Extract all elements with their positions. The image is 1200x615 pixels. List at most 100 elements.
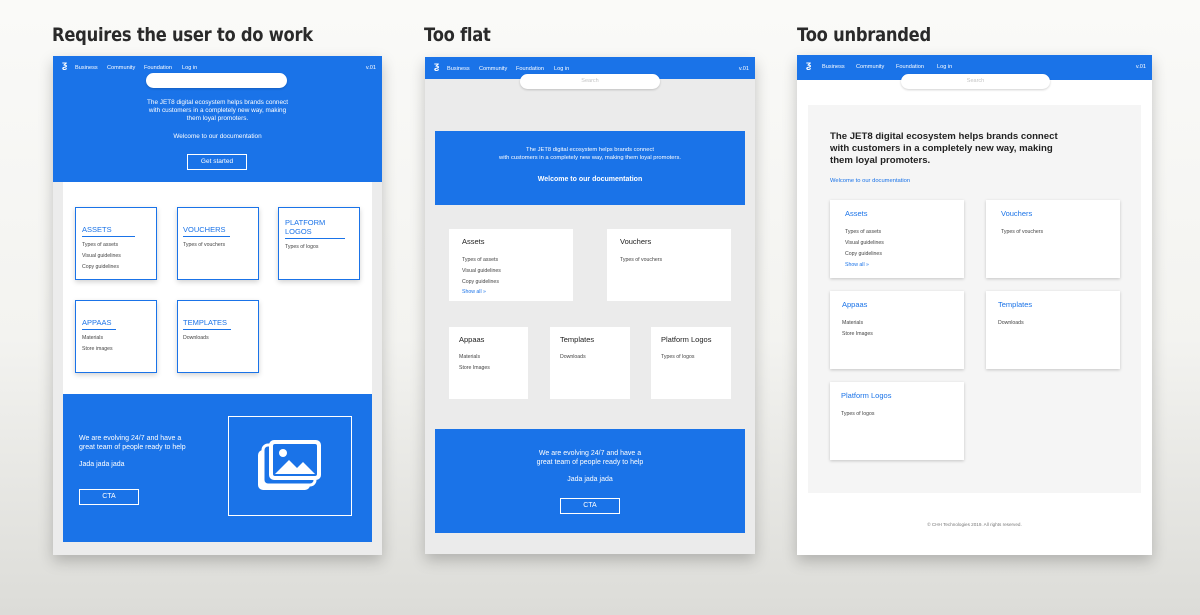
mockup-too-flat: ƺ Business Community Foundation Log in v… — [425, 57, 755, 554]
divider — [82, 329, 116, 330]
footer-cta-sub: Jada jada jada — [567, 476, 613, 483]
hero-section: The JET8 digital ecosystem helps brands … — [435, 131, 745, 205]
nav-link-community[interactable]: Community — [479, 66, 507, 72]
card-appaas-title: APPAAS — [82, 318, 112, 327]
nav-link-login[interactable]: Log in — [182, 65, 197, 71]
card-vouchers-title: Vouchers — [620, 237, 652, 246]
welcome-text: Welcome to our documentation — [173, 133, 262, 140]
nav-link-community[interactable]: Community — [107, 65, 135, 71]
footer-cta-text: We are evolving 24/7 and have a great tea… — [79, 435, 186, 451]
jet8-logo-icon[interactable]: ƺ — [806, 61, 811, 71]
card-platform-logos[interactable]: PLATFORM LOGOS Types of logos — [278, 207, 360, 280]
card-assets[interactable]: Assets Types of assets Visual guidelines… — [830, 200, 964, 278]
card-assets-title: Assets — [462, 237, 485, 246]
nav-link-login[interactable]: Log in — [937, 64, 952, 70]
nav-link-foundation[interactable]: Foundation — [516, 66, 544, 72]
nav-link-login[interactable]: Log in — [554, 66, 569, 72]
show-all-link[interactable]: Show all » — [845, 260, 869, 271]
card-appaas-item[interactable]: Materials — [459, 352, 480, 363]
image-placeholder — [228, 416, 352, 516]
search-input[interactable]: Search — [901, 74, 1050, 89]
card-platform-logos[interactable]: Platform Logos Types of logos — [651, 327, 731, 399]
nav-link-business[interactable]: Business — [75, 65, 98, 71]
footer-cta-section: We are evolving 24/7 and have a great tea… — [435, 429, 745, 533]
card-platform-logos-item[interactable]: Types of logos — [661, 352, 694, 363]
divider — [183, 236, 230, 237]
card-vouchers-item[interactable]: Types of vouchers — [620, 255, 662, 266]
search-input[interactable] — [146, 73, 287, 88]
jet8-logo-icon[interactable]: ƺ — [434, 62, 439, 72]
card-assets[interactable]: ASSETS Types of assets Visual guidelines… — [75, 207, 157, 280]
card-assets-item[interactable]: Copy guidelines — [845, 249, 882, 260]
hero-tagline: The JET8 digital ecosystem helps brands … — [499, 147, 681, 161]
card-platform-logos[interactable]: Platform Logos Types of logos — [830, 382, 964, 460]
card-appaas[interactable]: Appaas Materials Store Images — [449, 327, 528, 399]
card-assets-item[interactable]: Visual guidelines — [82, 251, 121, 262]
hero-tagline: The JET8 digital ecosystem helps brands … — [830, 131, 1058, 166]
nav-link-foundation[interactable]: Foundation — [896, 64, 924, 70]
card-assets-item[interactable]: Types of assets — [462, 255, 498, 266]
card-templates-item[interactable]: Downloads — [183, 333, 209, 344]
card-templates-title: TEMPLATES — [183, 318, 228, 327]
card-vouchers[interactable]: Vouchers Types of vouchers — [607, 229, 731, 301]
mockup-too-unbranded: ƺ Business Community Foundation Log in v… — [797, 55, 1152, 555]
card-templates[interactable]: TEMPLATES Downloads — [177, 300, 259, 373]
divider — [285, 238, 345, 239]
content-panel: The JET8 digital ecosystem helps brands … — [808, 105, 1141, 493]
card-appaas-item[interactable]: Store Images — [459, 363, 490, 374]
footer-cta-sub: Jada jada jada — [79, 461, 125, 468]
card-platform-logos-title: PLATFORM LOGOS — [285, 218, 326, 236]
divider — [183, 329, 231, 330]
heading-too-unbranded: Too unbranded — [797, 24, 931, 46]
heading-too-flat: Too flat — [424, 24, 491, 46]
card-assets-item[interactable]: Copy guidelines — [82, 262, 119, 273]
version-label: v.01 — [738, 66, 749, 72]
mockup-requires-work: ƺ Business Community Foundation Log in v… — [53, 56, 382, 555]
card-templates[interactable]: Templates Downloads — [550, 327, 630, 399]
show-all-link[interactable]: Show all » — [462, 287, 486, 298]
image-gallery-icon — [258, 440, 321, 490]
nav-link-business[interactable]: Business — [822, 64, 845, 70]
version-label: v.01 — [365, 65, 376, 71]
card-vouchers[interactable]: Vouchers Types of vouchers — [986, 200, 1120, 278]
version-label: v.01 — [1135, 64, 1146, 70]
card-appaas-item[interactable]: Materials — [842, 318, 863, 329]
nav-link-business[interactable]: Business — [447, 66, 470, 72]
cta-button[interactable]: CTA — [79, 489, 139, 505]
card-vouchers-title: VOUCHERS — [183, 225, 226, 234]
card-appaas-item[interactable]: Store Images — [842, 329, 873, 340]
card-assets-item[interactable]: Visual guidelines — [845, 238, 884, 249]
card-assets[interactable]: Assets Types of assets Visual guidelines… — [449, 229, 573, 301]
card-vouchers-item[interactable]: Types of vouchers — [183, 240, 225, 251]
nav-link-foundation[interactable]: Foundation — [144, 65, 172, 71]
copyright-text: © CHH Technologies 2019. All rights rese… — [927, 522, 1022, 527]
card-templates-title: Templates — [998, 300, 1033, 309]
card-assets-item[interactable]: Visual guidelines — [462, 266, 501, 277]
search-input[interactable]: Search — [520, 74, 660, 89]
card-assets-item[interactable]: Types of assets — [845, 227, 881, 238]
card-assets-item[interactable]: Types of assets — [82, 240, 118, 251]
card-assets-title: Assets — [845, 209, 868, 218]
card-templates-item[interactable]: Downloads — [998, 318, 1024, 329]
card-platform-logos-item[interactable]: Types of logos — [285, 242, 318, 253]
card-appaas[interactable]: Appaas Materials Store Images — [830, 291, 964, 369]
card-vouchers-item[interactable]: Types of vouchers — [1001, 227, 1043, 238]
card-appaas-item[interactable]: Materials — [82, 333, 103, 344]
card-platform-logos-title: Platform Logos — [841, 391, 892, 400]
card-appaas[interactable]: APPAAS Materials Store images — [75, 300, 157, 373]
jet8-logo-icon[interactable]: ƺ — [62, 61, 67, 71]
card-platform-logos-item[interactable]: Types of logos — [841, 409, 874, 420]
card-appaas-title: Appaas — [459, 335, 485, 344]
card-templates[interactable]: Templates Downloads — [986, 291, 1120, 369]
card-vouchers[interactable]: VOUCHERS Types of vouchers — [177, 207, 259, 280]
heading-requires-work: Requires the user to do work — [52, 24, 313, 46]
get-started-button[interactable]: Get started — [187, 154, 247, 170]
cta-button[interactable]: CTA — [560, 498, 620, 514]
card-appaas-item[interactable]: Store images — [82, 344, 113, 355]
card-vouchers-title: Vouchers — [1001, 209, 1033, 218]
card-platform-logos-title: Platform Logos — [661, 335, 712, 344]
card-templates-item[interactable]: Downloads — [560, 352, 586, 363]
nav-link-community[interactable]: Community — [856, 64, 884, 70]
card-templates-title: Templates — [560, 335, 595, 344]
welcome-link[interactable]: Welcome to our documentation — [830, 178, 910, 184]
